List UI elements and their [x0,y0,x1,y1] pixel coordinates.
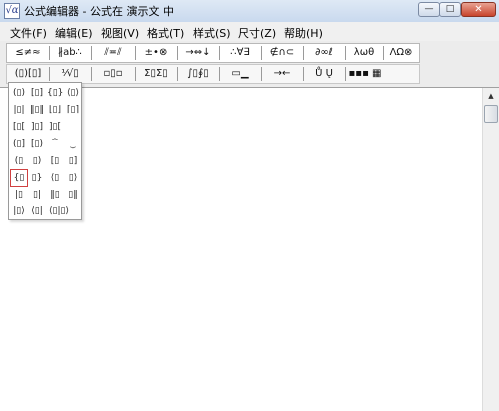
right-parenthesis-template-icon[interactable]: ▯) [29,153,45,169]
right-double-bar-template-icon[interactable]: ▯‖ [65,187,81,203]
toolbar-separator [91,67,92,81]
maximize-button[interactable]: □ [439,2,461,17]
toolbar-separator [135,46,136,60]
toolbar-separator [345,46,346,60]
bra-template-icon[interactable]: ⟨▯| [29,203,45,219]
toolbar-separator [219,46,220,60]
right-bracket-pair-template-icon[interactable]: ]▯] [29,119,45,135]
left-angle-template-icon[interactable]: ⟨▯ [47,170,63,186]
arrow-symbols-icon[interactable]: →⇔↓ [180,45,216,61]
left-parenthesis-template-icon[interactable]: (▯ [11,153,27,169]
toolbar-separator [91,46,92,60]
close-button[interactable]: ✕ [461,2,496,17]
absolute-value-template-icon[interactable]: |▯| [11,102,27,118]
menu-help[interactable]: 帮助(H) [284,25,323,41]
overbrace-template-icon[interactable]: ⏞ [47,136,63,152]
window-title: 公式编辑器 - 公式在 演示文 中 [24,5,174,18]
subscript-superscript-templates-icon[interactable]: ▫▯▫ [94,66,132,82]
fraction-radical-templates-icon[interactable]: ⅟√▯ [52,66,88,82]
summation-templates-icon[interactable]: Σ▯Σ▯ [138,66,174,82]
toolbar-separator [383,46,384,60]
matrix-templates-icon[interactable]: ▪▪▪ ▦ [348,66,382,82]
toolbar-separator [219,67,220,81]
underbar-overbar-templates-icon[interactable]: ▭▁ [222,66,258,82]
toolbar-separator [261,67,262,81]
scroll-up-arrow-icon[interactable]: ▲ [483,88,499,104]
toolbar-separator [177,67,178,81]
toolbar-separator [345,67,346,81]
bra-ket-template-icon[interactable]: ⟨▯|▯⟩ [47,203,71,219]
scroll-thumb[interactable] [484,105,498,123]
norm-template-icon[interactable]: ‖▯‖ [29,102,45,118]
braces-template-icon[interactable]: {▯} [47,85,63,101]
angle-brackets-template-icon[interactable]: ⟨▯⟩ [65,85,81,101]
relational-symbols-icon[interactable]: ≤≠≈ [10,45,46,61]
menu-view[interactable]: 视图(V) [101,25,139,41]
toolbar-separator [177,46,178,60]
right-brace-template-icon[interactable]: ▯} [29,170,45,186]
products-set-theory-templates-icon[interactable]: Ů Ų [306,66,342,82]
toolbar-separator [49,67,50,81]
greek-uppercase-icon[interactable]: ΛΩ⊗ [385,45,417,61]
greek-lowercase-icon[interactable]: λωθ [348,45,380,61]
menu-bar: 文件(F) 编辑(E) 视图(V) 格式(T) 样式(S) 尺寸(Z) 帮助(H… [0,22,499,42]
set-theory-symbols-icon[interactable]: ∉∩⊂ [264,45,300,61]
menu-edit[interactable]: 编辑(E) [55,25,93,41]
toolbar-separator [49,46,50,60]
right-bracket-template-icon[interactable]: ▯] [65,153,81,169]
left-bracket-template-icon[interactable]: [▯ [47,153,63,169]
menu-format[interactable]: 格式(T) [147,25,184,41]
toolbar-separator [303,46,304,60]
fence-templates-icon[interactable]: (▯)[▯] [10,66,46,82]
right-bar-template-icon[interactable]: ▯| [29,187,45,203]
vertical-scrollbar[interactable]: ▲ [482,88,499,411]
misc-symbols-icon[interactable]: ∂∞ℓ [306,45,342,61]
underbrace-template-icon[interactable]: ⏟ [65,136,81,152]
menu-style[interactable]: 样式(S) [193,25,231,41]
logical-symbols-icon[interactable]: ∴∀∃ [222,45,258,61]
embellishments-icon[interactable]: ⫽≖⫽ [94,45,132,61]
menu-size[interactable]: 尺寸(Z) [238,25,276,41]
equation-editor-app-icon[interactable]: √α [4,3,20,19]
right-angle-template-icon[interactable]: ▯⟩ [65,170,81,186]
left-brace-template-icon[interactable]: {▯ [10,169,28,187]
labeled-arrow-templates-icon[interactable]: →← [264,66,300,82]
parentheses-template-icon[interactable]: (▯) [11,85,27,101]
title-bar: √α 公式编辑器 - 公式在 演示文 中 — □ ✕ [0,0,499,23]
symbol-palette-row: ≤≠≈ ∦ab∴ ⫽≖⫽ ±•⊗ →⇔↓ ∴∀∃ ∉∩⊂ ∂∞ℓ λωθ ΛΩ⊗ [6,43,420,63]
left-bracket-pair-template-icon[interactable]: [▯[ [11,119,27,135]
toolbar-separator [303,67,304,81]
ceiling-template-icon[interactable]: ⌈▯⌉ [65,102,81,118]
fence-templates-palette: (▯) [▯] {▯} ⟨▯⟩ |▯| ‖▯‖ ⌊▯⌋ ⌈▯⌉ [▯[ ]▯] … [8,82,82,220]
menu-file[interactable]: 文件(F) [10,25,47,41]
half-open-right-template-icon[interactable]: [▯) [29,136,45,152]
toolbar-separator [261,46,262,60]
half-open-left-template-icon[interactable]: (▯] [11,136,27,152]
left-bar-template-icon[interactable]: |▯ [11,187,27,203]
operator-symbols-icon[interactable]: ±•⊗ [138,45,174,61]
reversed-brackets-template-icon[interactable]: ]▯[ [47,119,63,135]
spaces-ellipses-icon[interactable]: ∦ab∴ [52,45,88,61]
minimize-button[interactable]: — [418,2,440,17]
ket-template-icon[interactable]: |▯⟩ [11,203,27,219]
toolbar: ≤≠≈ ∦ab∴ ⫽≖⫽ ±•⊗ →⇔↓ ∴∀∃ ∉∩⊂ ∂∞ℓ λωθ ΛΩ⊗… [0,41,499,88]
left-double-bar-template-icon[interactable]: ‖▯ [47,187,63,203]
template-palette-row: (▯)[▯] ⅟√▯ ▫▯▫ Σ▯Σ▯ ∫▯∮▯ ▭▁ →← Ů Ų ▪▪▪ ▦ [6,64,420,84]
toolbar-separator [135,67,136,81]
floor-template-icon[interactable]: ⌊▯⌋ [47,102,63,118]
integral-templates-icon[interactable]: ∫▯∮▯ [180,66,216,82]
brackets-template-icon[interactable]: [▯] [29,85,45,101]
